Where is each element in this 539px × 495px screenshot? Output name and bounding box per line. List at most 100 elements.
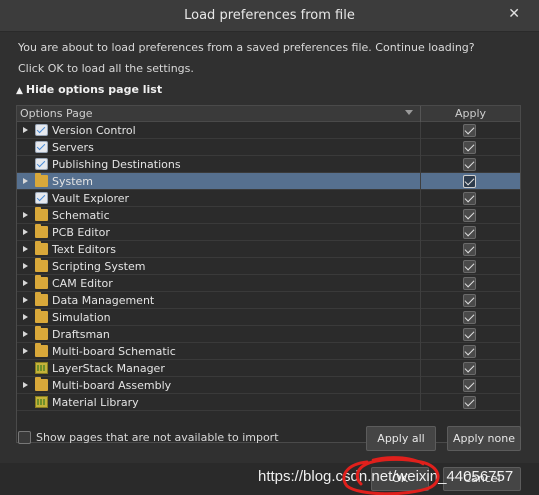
- cancel-button[interactable]: Cancel: [443, 467, 521, 491]
- folder-icon: [35, 173, 48, 187]
- column-divider: [420, 343, 421, 360]
- column-divider: [420, 360, 421, 377]
- column-divider: [420, 190, 421, 207]
- column-divider: [420, 377, 421, 394]
- table-row-servers[interactable]: Servers: [17, 139, 520, 156]
- row-label: Publishing Destinations: [52, 158, 181, 171]
- apply-checkbox[interactable]: [463, 226, 476, 239]
- column-divider: [420, 156, 421, 173]
- folder-icon: [35, 224, 48, 238]
- table-row-version-control[interactable]: Version Control: [17, 122, 520, 139]
- close-icon[interactable]: ✕: [508, 6, 520, 22]
- expand-arrow-icon[interactable]: [23, 229, 28, 235]
- column-header-apply[interactable]: Apply: [421, 107, 520, 120]
- table-row-layerstack-manager[interactable]: LayerStack Manager: [17, 360, 520, 377]
- expand-arrow-icon[interactable]: [23, 178, 28, 184]
- instruction-message: Click OK to load all the settings.: [18, 62, 194, 75]
- table-row-cam-editor[interactable]: CAM Editor: [17, 275, 520, 292]
- table-row-schematic[interactable]: Schematic: [17, 207, 520, 224]
- row-label: Multi-board Schematic: [52, 345, 176, 358]
- table-row-publishing-destinations[interactable]: Publishing Destinations: [17, 156, 520, 173]
- apply-checkbox[interactable]: [463, 311, 476, 324]
- board-icon: [35, 362, 48, 374]
- row-label: Material Library: [52, 396, 139, 409]
- hide-options-toggle[interactable]: ▲ Hide options page list: [16, 83, 162, 96]
- expand-arrow-icon[interactable]: [23, 127, 28, 133]
- table-row-scripting-system[interactable]: Scripting System: [17, 258, 520, 275]
- column-divider: [420, 122, 421, 139]
- folder-icon: [35, 343, 48, 357]
- apply-all-button[interactable]: Apply all: [366, 426, 436, 451]
- hide-options-label: Hide options page list: [25, 83, 163, 96]
- apply-checkbox[interactable]: [463, 124, 476, 137]
- table-row-system[interactable]: System: [17, 173, 520, 190]
- apply-checkbox[interactable]: [463, 243, 476, 256]
- show-unavailable-checkbox[interactable]: [18, 431, 31, 444]
- checklist-icon: [35, 124, 48, 136]
- table-row-multi-board-schematic[interactable]: Multi-board Schematic: [17, 343, 520, 360]
- table-row-multi-board-assembly[interactable]: Multi-board Assembly: [17, 377, 520, 394]
- folder-icon: [35, 326, 48, 340]
- apply-checkbox[interactable]: [463, 328, 476, 341]
- column-divider: [420, 241, 421, 258]
- apply-checkbox[interactable]: [463, 141, 476, 154]
- row-label: System: [52, 175, 94, 188]
- expand-arrow-icon[interactable]: [23, 246, 28, 252]
- dialog-footer: OK Cancel https://blog.csdn.net/weixin_4…: [0, 463, 539, 495]
- column-header-options-page[interactable]: Options Page: [20, 107, 93, 120]
- dialog-body: You are about to load preferences from a…: [0, 32, 539, 463]
- expand-arrow-icon[interactable]: [23, 331, 28, 337]
- expand-arrow-icon[interactable]: [23, 212, 28, 218]
- table-row-data-management[interactable]: Data Management: [17, 292, 520, 309]
- expand-arrow-icon[interactable]: [23, 314, 28, 320]
- folder-icon: [35, 275, 48, 289]
- table-row-text-editors[interactable]: Text Editors: [17, 241, 520, 258]
- table-row-vault-explorer[interactable]: Vault Explorer: [17, 190, 520, 207]
- table-row-pcb-editor[interactable]: PCB Editor: [17, 224, 520, 241]
- sort-arrow-icon[interactable]: [405, 110, 413, 115]
- apply-checkbox[interactable]: [463, 277, 476, 290]
- expand-arrow-icon[interactable]: [23, 280, 28, 286]
- table-row-simulation[interactable]: Simulation: [17, 309, 520, 326]
- expand-arrow-icon[interactable]: [23, 297, 28, 303]
- apply-checkbox[interactable]: [463, 192, 476, 205]
- column-divider: [420, 326, 421, 343]
- apply-checkbox[interactable]: [463, 362, 476, 375]
- apply-checkbox[interactable]: [463, 294, 476, 307]
- column-divider: [420, 173, 421, 190]
- collapse-triangle-icon: ▲: [16, 86, 23, 96]
- apply-checkbox[interactable]: [463, 379, 476, 392]
- expand-arrow-icon[interactable]: [23, 348, 28, 354]
- apply-checkbox[interactable]: [463, 175, 476, 188]
- options-page-table: Options Page Apply Version Control Server…: [16, 105, 521, 443]
- apply-none-button[interactable]: Apply none: [447, 426, 521, 451]
- ok-button[interactable]: OK: [371, 467, 429, 491]
- row-label: Text Editors: [52, 243, 117, 256]
- folder-icon: [35, 292, 48, 306]
- column-divider: [420, 275, 421, 292]
- row-label: Version Control: [52, 124, 136, 137]
- column-divider: [420, 258, 421, 275]
- column-divider: [420, 139, 421, 156]
- dialog-title: Load preferences from file: [184, 8, 355, 23]
- row-label: Scripting System: [52, 260, 146, 273]
- confirm-message: You are about to load preferences from a…: [18, 41, 475, 54]
- expand-arrow-icon[interactable]: [23, 382, 28, 388]
- checklist-icon: [35, 141, 48, 153]
- row-label: Draftsman: [52, 328, 110, 341]
- folder-icon: [35, 309, 48, 323]
- table-row-draftsman[interactable]: Draftsman: [17, 326, 520, 343]
- apply-checkbox[interactable]: [463, 345, 476, 358]
- row-label: Data Management: [52, 294, 155, 307]
- expand-arrow-icon[interactable]: [23, 263, 28, 269]
- table-row-material-library[interactable]: Material Library: [17, 394, 520, 411]
- table-body: Version Control Servers Publishing Destina…: [17, 122, 520, 411]
- apply-checkbox[interactable]: [463, 209, 476, 222]
- apply-checkbox[interactable]: [463, 260, 476, 273]
- row-label: Simulation: [52, 311, 111, 324]
- column-divider: [420, 394, 421, 411]
- folder-icon: [35, 241, 48, 255]
- apply-checkbox[interactable]: [463, 158, 476, 171]
- apply-checkbox[interactable]: [463, 396, 476, 409]
- row-label: LayerStack Manager: [52, 362, 165, 375]
